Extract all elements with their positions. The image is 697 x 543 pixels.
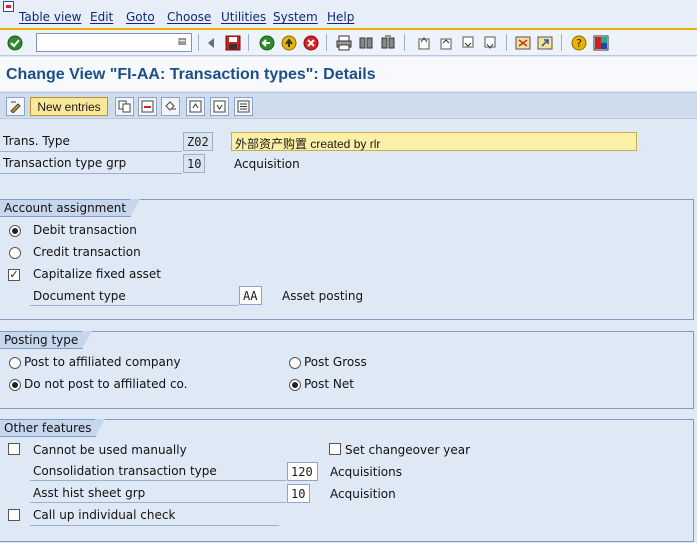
command-history-icon[interactable]: ▤ [176, 35, 188, 49]
posting-type-group: Posting type Post to affiliated company … [0, 331, 694, 409]
save-icon[interactable] [223, 33, 243, 53]
first-page-icon[interactable] [414, 33, 434, 53]
capitalize-fixed-asset-label: Capitalize fixed asset [33, 267, 161, 281]
document-type-label: Document type [30, 287, 238, 306]
standard-toolbar: ▤ ? [0, 30, 697, 56]
other-features-title: Other features [0, 419, 106, 437]
last-page-icon[interactable] [480, 33, 500, 53]
exit-icon[interactable] [279, 33, 299, 53]
help-icon[interactable]: ? [569, 33, 589, 53]
display-change-icon[interactable] [6, 97, 25, 116]
do-not-post-affiliated-radio[interactable] [9, 379, 21, 391]
copy-as-icon[interactable] [115, 97, 134, 116]
next-entry-icon[interactable] [210, 97, 229, 116]
trans-type-field: Z02 [183, 132, 213, 151]
find-next-icon[interactable] [378, 33, 398, 53]
menu-goto[interactable]: Goto [126, 10, 155, 24]
account-assignment-title: Account assignment [0, 199, 141, 217]
toolbar-separator [326, 34, 327, 51]
transaction-type-grp-field: 10 [183, 154, 205, 173]
customize-layout-icon[interactable] [591, 33, 611, 53]
document-type-field[interactable]: AA [239, 286, 262, 305]
next-page-icon[interactable] [458, 33, 478, 53]
other-features-group: Other features Cannot be used manually S… [0, 419, 694, 542]
do-not-post-affiliated-label: Do not post to affiliated co. [24, 377, 188, 391]
post-to-affiliated-radio[interactable] [9, 357, 21, 369]
title-bar: Change View "FI-AA: Transaction types": … [0, 57, 697, 91]
select-all-icon[interactable] [234, 97, 253, 116]
asset-hist-sheet-grp-field[interactable]: 10 [287, 484, 310, 503]
menu-table-view[interactable]: Table view [19, 10, 81, 24]
delete-icon[interactable] [138, 97, 157, 116]
consolidation-transaction-type-label: Consolidation transaction type [30, 462, 286, 481]
back-icon[interactable] [257, 33, 277, 53]
previous-entry-icon[interactable] [186, 97, 205, 116]
undo-change-icon[interactable] [161, 97, 180, 116]
asset-hist-sheet-grp-label: Asst hist sheet grp [30, 484, 286, 503]
post-net-label: Post Net [304, 377, 354, 391]
page-title: Change View "FI-AA: Transaction types": … [6, 66, 376, 83]
svg-text:?: ? [576, 37, 582, 50]
toolbar-separator [506, 34, 507, 51]
cannot-be-used-manually-label: Cannot be used manually [33, 443, 187, 457]
debit-transaction-radio[interactable] [9, 225, 21, 237]
new-session-icon[interactable] [513, 33, 533, 53]
menu-choose[interactable]: Choose [167, 10, 211, 24]
detail-content: Trans. Type Z02 外部资产购置 created by rlr Tr… [0, 120, 697, 543]
menu-help[interactable]: Help [327, 10, 354, 24]
set-changeover-year-label: Set changeover year [345, 443, 471, 457]
cannot-be-used-manually-checkbox[interactable] [8, 443, 20, 455]
find-icon[interactable] [356, 33, 376, 53]
posting-type-title: Posting type [0, 331, 93, 349]
call-up-individual-check-checkbox[interactable] [8, 509, 20, 521]
call-up-individual-check-label: Call up individual check [30, 508, 279, 526]
toolbar-separator [561, 34, 562, 51]
trans-type-description-field[interactable]: 外部资产购置 created by rlr [231, 132, 637, 151]
menu-utilities[interactable]: Utilities [221, 10, 266, 24]
post-net-radio[interactable] [289, 379, 301, 391]
debit-transaction-label: Debit transaction [33, 223, 137, 237]
print-icon[interactable] [334, 33, 354, 53]
credit-transaction-radio[interactable] [9, 247, 21, 259]
system-menu-icon[interactable] [3, 1, 14, 12]
capitalize-fixed-asset-checkbox[interactable]: ✓ [8, 269, 20, 281]
menu-edit[interactable]: Edit [90, 10, 113, 24]
enter-check-icon[interactable] [5, 33, 25, 53]
cancel-icon[interactable] [301, 33, 321, 53]
trans-type-label: Trans. Type [0, 132, 182, 152]
new-entries-button[interactable]: New entries [30, 97, 108, 116]
post-gross-label: Post Gross [304, 355, 367, 369]
post-to-affiliated-label: Post to affiliated company [24, 355, 181, 369]
transaction-type-grp-label: Transaction type grp [0, 154, 182, 174]
account-assignment-group: Account assignment Debit transaction Cre… [0, 199, 694, 320]
back-triangle-icon[interactable] [201, 33, 221, 53]
transaction-type-grp-desc: Acquisition [234, 157, 300, 171]
consolidation-transaction-type-desc: Acquisitions [330, 465, 402, 479]
asset-hist-sheet-grp-desc: Acquisition [330, 487, 396, 501]
menu-bar: Table view Edit Goto Choose Utilities Sy… [0, 0, 697, 30]
consolidation-transaction-type-field[interactable]: 120 [287, 462, 318, 481]
toolbar-separator [404, 34, 405, 51]
set-changeover-year-checkbox[interactable] [329, 443, 341, 455]
prev-page-icon[interactable] [436, 33, 456, 53]
shortcut-icon[interactable] [535, 33, 555, 53]
menu-system[interactable]: System [273, 10, 318, 24]
command-field[interactable] [36, 33, 192, 52]
post-gross-radio[interactable] [289, 357, 301, 369]
document-type-desc: Asset posting [282, 289, 364, 303]
application-toolbar: New entries [0, 92, 697, 119]
toolbar-separator [198, 34, 199, 51]
toolbar-separator [248, 34, 249, 51]
credit-transaction-label: Credit transaction [33, 245, 141, 259]
